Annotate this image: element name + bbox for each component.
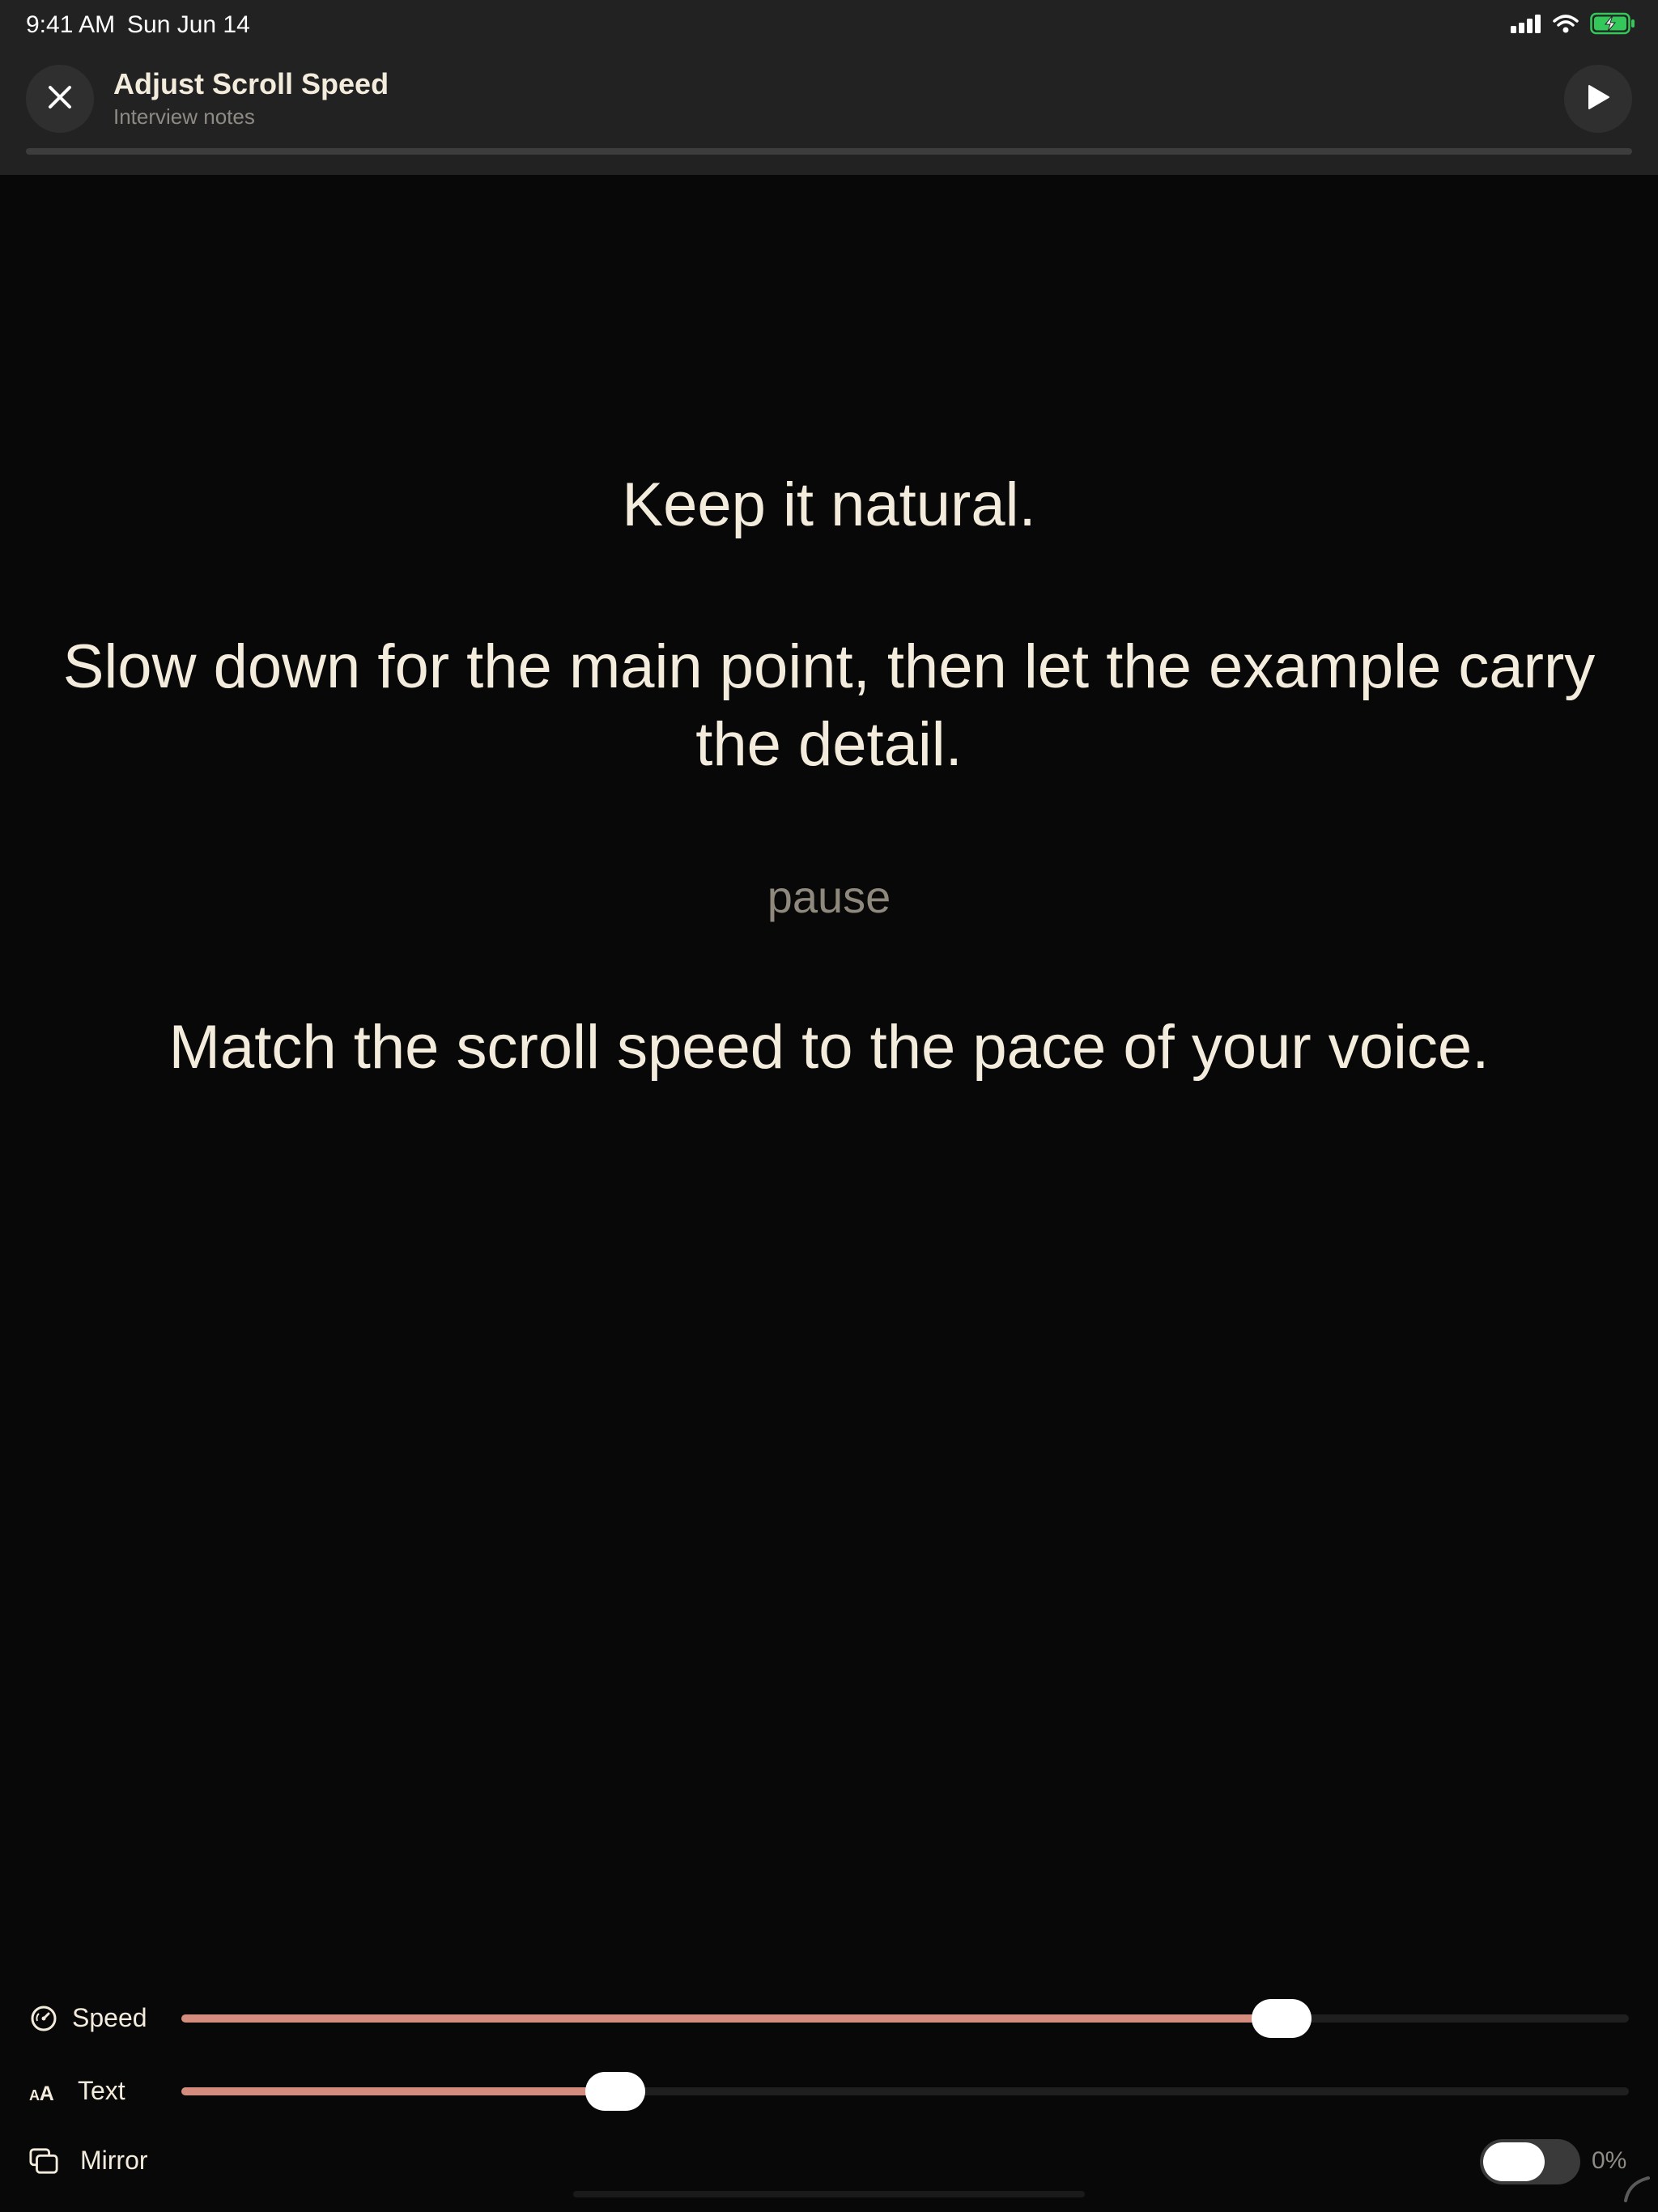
mirror-toggle-knob — [1483, 2142, 1545, 2181]
script-name: Interview notes — [113, 104, 255, 129]
resize-handle-icon — [1622, 2175, 1652, 2204]
close-icon — [47, 84, 73, 114]
play-icon — [1586, 84, 1610, 114]
script-line: Match the scroll speed to the pace of yo… — [168, 1013, 1490, 1082]
status-bar: 9:41 AM Sun Jun 14 — [0, 0, 1658, 52]
speed-control: Speed — [0, 1990, 1658, 2047]
pause-cue: pause — [767, 871, 891, 922]
mirror-icon — [29, 2146, 58, 2176]
play-button[interactable] — [1564, 65, 1632, 133]
cellular-signal-icon — [1511, 14, 1541, 37]
mirror-control: Mirror 0% — [0, 2133, 1658, 2189]
text-size-slider[interactable] — [181, 2072, 1629, 2111]
top-bar: 9:41 AM Sun Jun 14 Adjust Scroll Speed I… — [0, 0, 1658, 175]
text-size-label: Text — [78, 2076, 125, 2105]
svg-text:A: A — [40, 2082, 54, 2104]
page-title: Adjust Scroll Speed — [113, 67, 389, 100]
speed-slider[interactable] — [181, 1999, 1629, 2038]
wifi-icon — [1553, 14, 1579, 37]
svg-text:A: A — [29, 2087, 40, 2104]
mirror-toggle[interactable] — [1480, 2139, 1580, 2184]
text-size-slider-thumb[interactable] — [585, 2072, 646, 2111]
script-progress-bar — [26, 148, 1632, 155]
speed-slider-thumb[interactable] — [1251, 1999, 1312, 2038]
script-line: Slow down for the main point, then let t… — [62, 632, 1596, 779]
speedometer-icon — [29, 2004, 58, 2033]
status-icons — [1511, 12, 1635, 39]
status-date: Sun Jun 14 — [127, 11, 250, 38]
text-size-control: A A Text — [0, 2063, 1658, 2120]
speed-label: Speed — [72, 2003, 147, 2032]
text-size-icon: A A — [29, 2077, 58, 2106]
battery-charging-icon — [1590, 12, 1635, 39]
text-size-slider-fill — [181, 2087, 616, 2095]
mirror-value: 0% — [1592, 2147, 1627, 2174]
close-button[interactable] — [26, 65, 94, 133]
home-indicator — [573, 2191, 1085, 2197]
script-line: Keep it natural. — [622, 470, 1036, 539]
mirror-label: Mirror — [80, 2146, 148, 2175]
speed-slider-fill — [181, 2014, 1282, 2023]
status-time: 9:41 AM — [26, 11, 116, 38]
